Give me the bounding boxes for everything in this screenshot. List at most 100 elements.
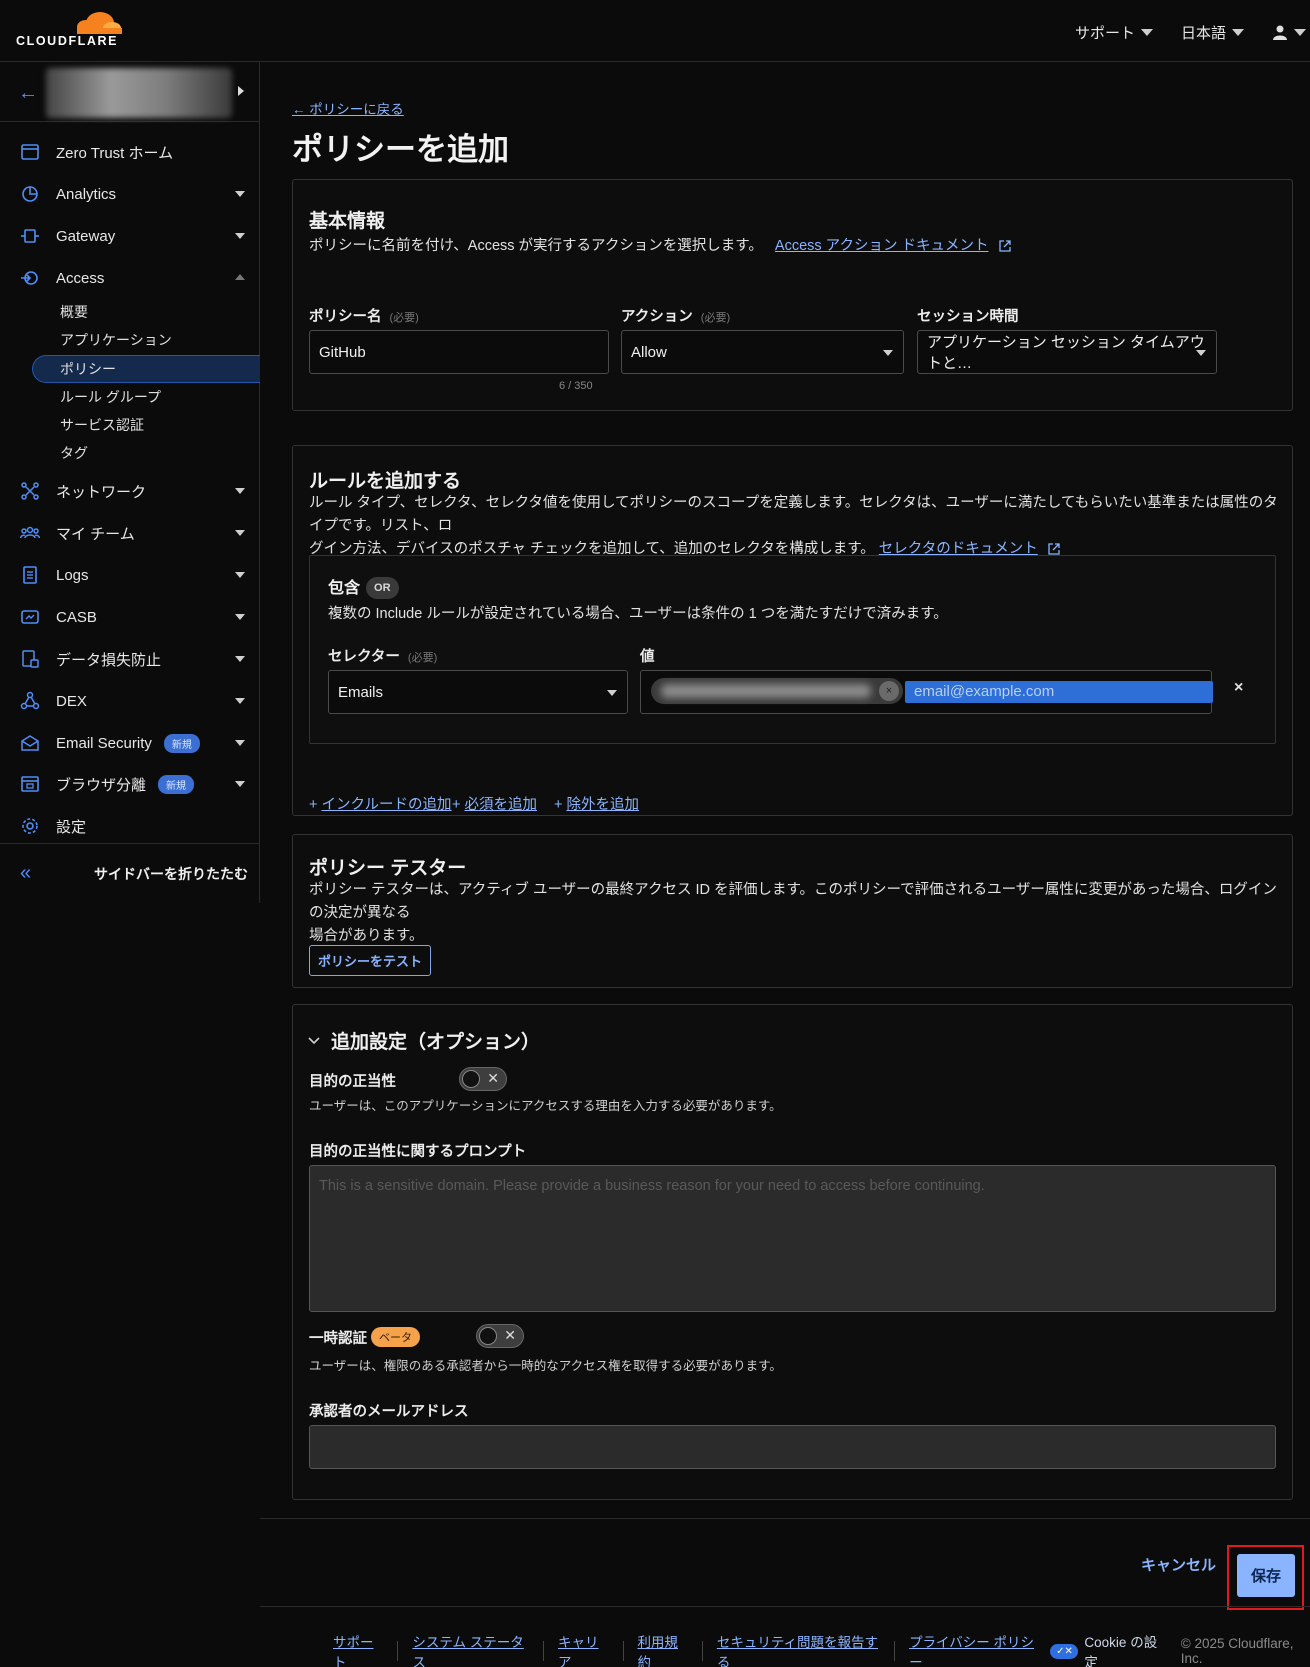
policy-name-input[interactable]: GitHub (309, 330, 609, 374)
email-values-input[interactable]: × email@example.com (640, 670, 1213, 714)
divider (894, 1641, 896, 1661)
cookie-settings-link[interactable]: ✓✕ Cookie の設定 (1050, 1631, 1164, 1667)
access-action-docs-link[interactable]: Access アクション ドキュメント (775, 238, 989, 254)
policy-tester-title: ポリシー テスター (309, 858, 467, 879)
sidebar-item-dlp[interactable]: データ損失防止 (0, 638, 259, 680)
new-badge: 新規 (163, 733, 200, 753)
or-badge: OR (366, 577, 399, 599)
footer-link-report-security[interactable]: セキュリティ問題を報告する (717, 1631, 880, 1667)
copyright: © 2025 Cloudflare, Inc. (1180, 1636, 1294, 1666)
external-link-icon (1048, 543, 1060, 555)
collapse-sidebar-label: サイドバーを折りたたむ (94, 866, 248, 882)
sidebar-subitem-policies[interactable]: ポリシー (60, 356, 116, 382)
dex-icon (20, 691, 40, 711)
cloudflare-logo[interactable]: CLOUDFLARE (14, 8, 124, 52)
chevron-down-icon (235, 698, 245, 704)
sidebar-subitem-tags[interactable]: タグ (60, 440, 88, 466)
divider (622, 1641, 624, 1661)
sidebar-item-settings[interactable]: 設定 (0, 805, 259, 847)
page-footer: サポート システム ステータス キャリア 利用規約 セキュリティ問題を報告する … (260, 1606, 1310, 1667)
advanced-settings-toggle[interactable]: 追加設定（オプション） (307, 1027, 540, 1054)
team-icon (20, 523, 40, 543)
add-include-link[interactable]: + インクルードの追加 (309, 793, 452, 814)
action-label-text: アクション (621, 309, 693, 325)
value-label: 値 (640, 649, 655, 665)
sidebar-item-browser-isolation[interactable]: ブラウザ分離 新規 (0, 763, 259, 805)
footer-link-careers[interactable]: キャリア (558, 1631, 608, 1667)
sidebar-item-email-security[interactable]: Email Security 新規 (0, 722, 259, 764)
tester-desc-line-2: 場合があります。 (309, 928, 424, 944)
sidebar-item-analytics[interactable]: Analytics (0, 173, 259, 215)
chevron-down-icon (1140, 28, 1153, 36)
sidebar-subitem-overview[interactable]: 概要 (60, 299, 88, 325)
remove-chip-icon[interactable]: × (879, 681, 899, 701)
footer-link-terms[interactable]: 利用規約 (637, 1631, 687, 1667)
footer-links: サポート システム ステータス キャリア 利用規約 セキュリティ問題を報告する … (333, 1631, 1310, 1667)
test-policy-button[interactable]: ポリシーをテスト (309, 945, 432, 976)
footer-link-support[interactable]: サポート (333, 1631, 383, 1667)
chevron-down-icon (308, 1036, 320, 1044)
selector-select[interactable]: Emails (328, 670, 628, 714)
session-duration-select[interactable]: アプリケーション セッション タイムアウトと… (917, 330, 1217, 374)
policy-tester-card: ポリシー テスター ポリシー テスターは、アクティブ ユーザーの最終アクセス I… (292, 834, 1293, 988)
sidebar-item-logs[interactable]: Logs (0, 554, 259, 596)
external-link-icon (998, 240, 1011, 252)
sidebar-subitem-applications[interactable]: アプリケーション (60, 327, 172, 353)
network-icon (20, 481, 40, 501)
add-include-label: インクルードの追加 (321, 797, 452, 813)
sidebar-item-label: ブラウザ分離 (56, 776, 147, 794)
chevron-down-icon (235, 781, 245, 787)
prompt-label: 目的の正当性に関するプロンプト (309, 1144, 527, 1160)
support-menu[interactable]: サポート (1075, 22, 1153, 43)
sidebar-item-network[interactable]: ネットワーク (0, 470, 259, 512)
sidebar-item-my-team[interactable]: マイ チーム (0, 512, 259, 554)
rules-desc-line-1: ルール タイプ、セレクタ、セレクタ値を使用してポリシーのスコープを定義します。セ… (309, 495, 1278, 534)
sidebar-item-label: Access (56, 269, 105, 287)
sidebar-item-label: DEX (56, 692, 87, 710)
chevron-down-icon (235, 614, 245, 620)
user-menu[interactable] (1272, 24, 1306, 40)
cloud-icon (77, 12, 122, 34)
approver-email-input[interactable] (309, 1425, 1276, 1469)
form-actions: キャンセル 保存 (260, 1518, 1310, 1610)
sidebar-item-zero-trust-home[interactable]: Zero Trust ホーム (0, 131, 259, 173)
temporary-auth-toggle[interactable]: ✕ (476, 1324, 524, 1348)
cancel-button[interactable]: キャンセル (1141, 1554, 1216, 1575)
sidebar-item-label: マイ チーム (56, 525, 135, 543)
purpose-justification-toggle[interactable]: ✕ (459, 1067, 507, 1091)
close-icon: ✕ (487, 1070, 499, 1086)
save-button[interactable]: 保存 (1237, 1554, 1295, 1597)
sidebar-item-label: Zero Trust ホーム (56, 144, 174, 162)
temporary-auth-label-text: 一時認証 (309, 1331, 367, 1347)
sidebar-item-gateway[interactable]: Gateway (0, 215, 259, 257)
action-select[interactable]: Allow (621, 330, 904, 374)
chevron-down-icon (1294, 28, 1306, 36)
save-highlight-frame: 保存 (1227, 1545, 1304, 1610)
footer-link-privacy[interactable]: プライバシー ポリシー (909, 1631, 1038, 1667)
sidebar-item-label: CASB (56, 608, 97, 626)
chevron-right-icon[interactable] (238, 86, 244, 96)
sidebar-item-label: Analytics (56, 185, 117, 203)
sidebar-subitem-rule-groups[interactable]: ルール グループ (60, 384, 161, 410)
browser-isolation-icon (20, 774, 40, 794)
collapse-sidebar-button[interactable]: « サイドバーを折りたたむ (0, 843, 259, 903)
char-counter: 6 / 350 (559, 380, 593, 392)
footer-link-system-status[interactable]: システム ステータス (412, 1631, 529, 1667)
language-menu[interactable]: 日本語 (1181, 22, 1244, 43)
prompt-textarea[interactable]: This is a sensitive domain. Please provi… (309, 1165, 1276, 1312)
sidebar-item-casb[interactable]: CASB (0, 596, 259, 638)
add-exclude-link[interactable]: + 除外を追加 (554, 793, 639, 814)
selector-select-value: Emails (338, 683, 384, 701)
remove-rule-icon[interactable]: × (1234, 679, 1243, 697)
gateway-icon (20, 226, 40, 246)
email-placeholder[interactable]: email@example.com (905, 681, 1213, 703)
sidebar-item-access[interactable]: Access (0, 257, 259, 299)
sidebar-item-dex[interactable]: DEX (0, 680, 259, 722)
selector-label: セレクター (必要) (328, 645, 437, 666)
add-require-link[interactable]: + 必須を追加 (452, 793, 537, 814)
sidebar-subitem-service-auth[interactable]: サービス認証 (60, 412, 144, 438)
rules-card: ルールを追加する ルール タイプ、セレクタ、セレクタ値を使用してポリシーのスコー… (292, 445, 1293, 816)
back-to-policies-link[interactable]: ← ポリシーに戻る (292, 98, 404, 118)
back-arrow-icon[interactable]: ← (18, 82, 38, 105)
account-switcher[interactable]: ← (0, 62, 259, 122)
